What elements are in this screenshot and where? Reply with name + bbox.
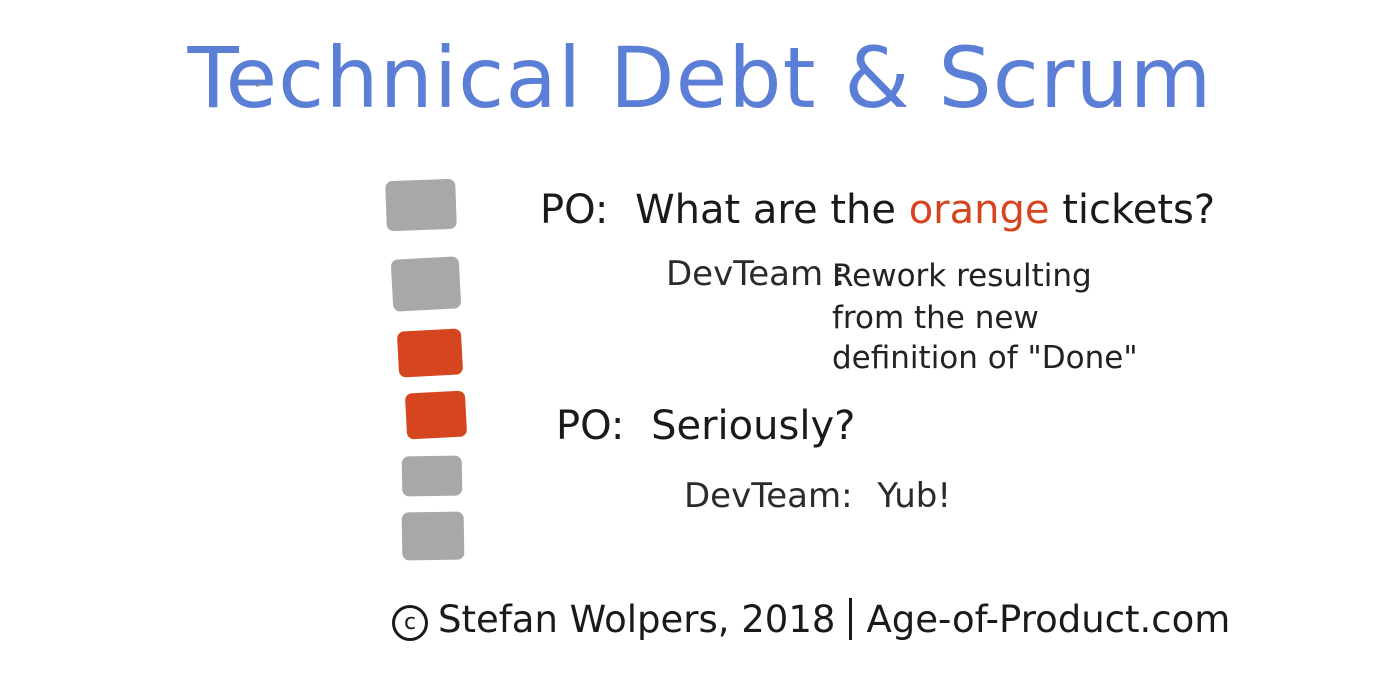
- devteam-speaker-label-1: DevTeam :: [666, 254, 846, 294]
- ticket-gray-3: [401, 455, 463, 497]
- question-text-after: tickets?: [1062, 187, 1216, 233]
- ticket-gray-1: [385, 178, 457, 232]
- devteam-answer-line-3: definition of "Done": [832, 340, 1138, 376]
- footer-divider: [849, 598, 853, 640]
- po-question-2: PO: Seriously?: [556, 403, 856, 449]
- page-title: Technical Debt & Scrum: [187, 29, 1213, 127]
- question-2-text: Seriously?: [651, 403, 856, 449]
- ticket-orange-1: [396, 328, 464, 378]
- footer-author: Stefan Wolpers, 2018: [438, 598, 836, 641]
- po-speaker-label: PO: [540, 187, 595, 233]
- question-highlight-word: orange: [908, 187, 1050, 233]
- footer-credit: c Stefan Wolpers, 2018 Age-of-Product.com: [392, 592, 1230, 648]
- devteam-answer-2: DevTeam: Yub!: [684, 476, 952, 516]
- copyright-icon: c: [392, 605, 428, 641]
- ticket-gray-2: [390, 256, 462, 312]
- footer-site: Age-of-Product.com: [866, 598, 1231, 641]
- ticket-orange-2: [404, 390, 468, 440]
- question-text-before: What are the: [635, 187, 896, 233]
- devteam-answer-line-1: Rework resulting: [832, 258, 1092, 294]
- ticket-gray-4: [401, 511, 465, 561]
- devteam-answer-line-2: from the new: [832, 300, 1039, 336]
- answer-2-text: Yub!: [877, 476, 952, 516]
- po-question-1: PO: What are the orange tickets?: [540, 187, 1216, 233]
- po-speaker-label-2: PO: [556, 403, 611, 449]
- devteam-speaker-label-2: DevTeam: [684, 476, 842, 516]
